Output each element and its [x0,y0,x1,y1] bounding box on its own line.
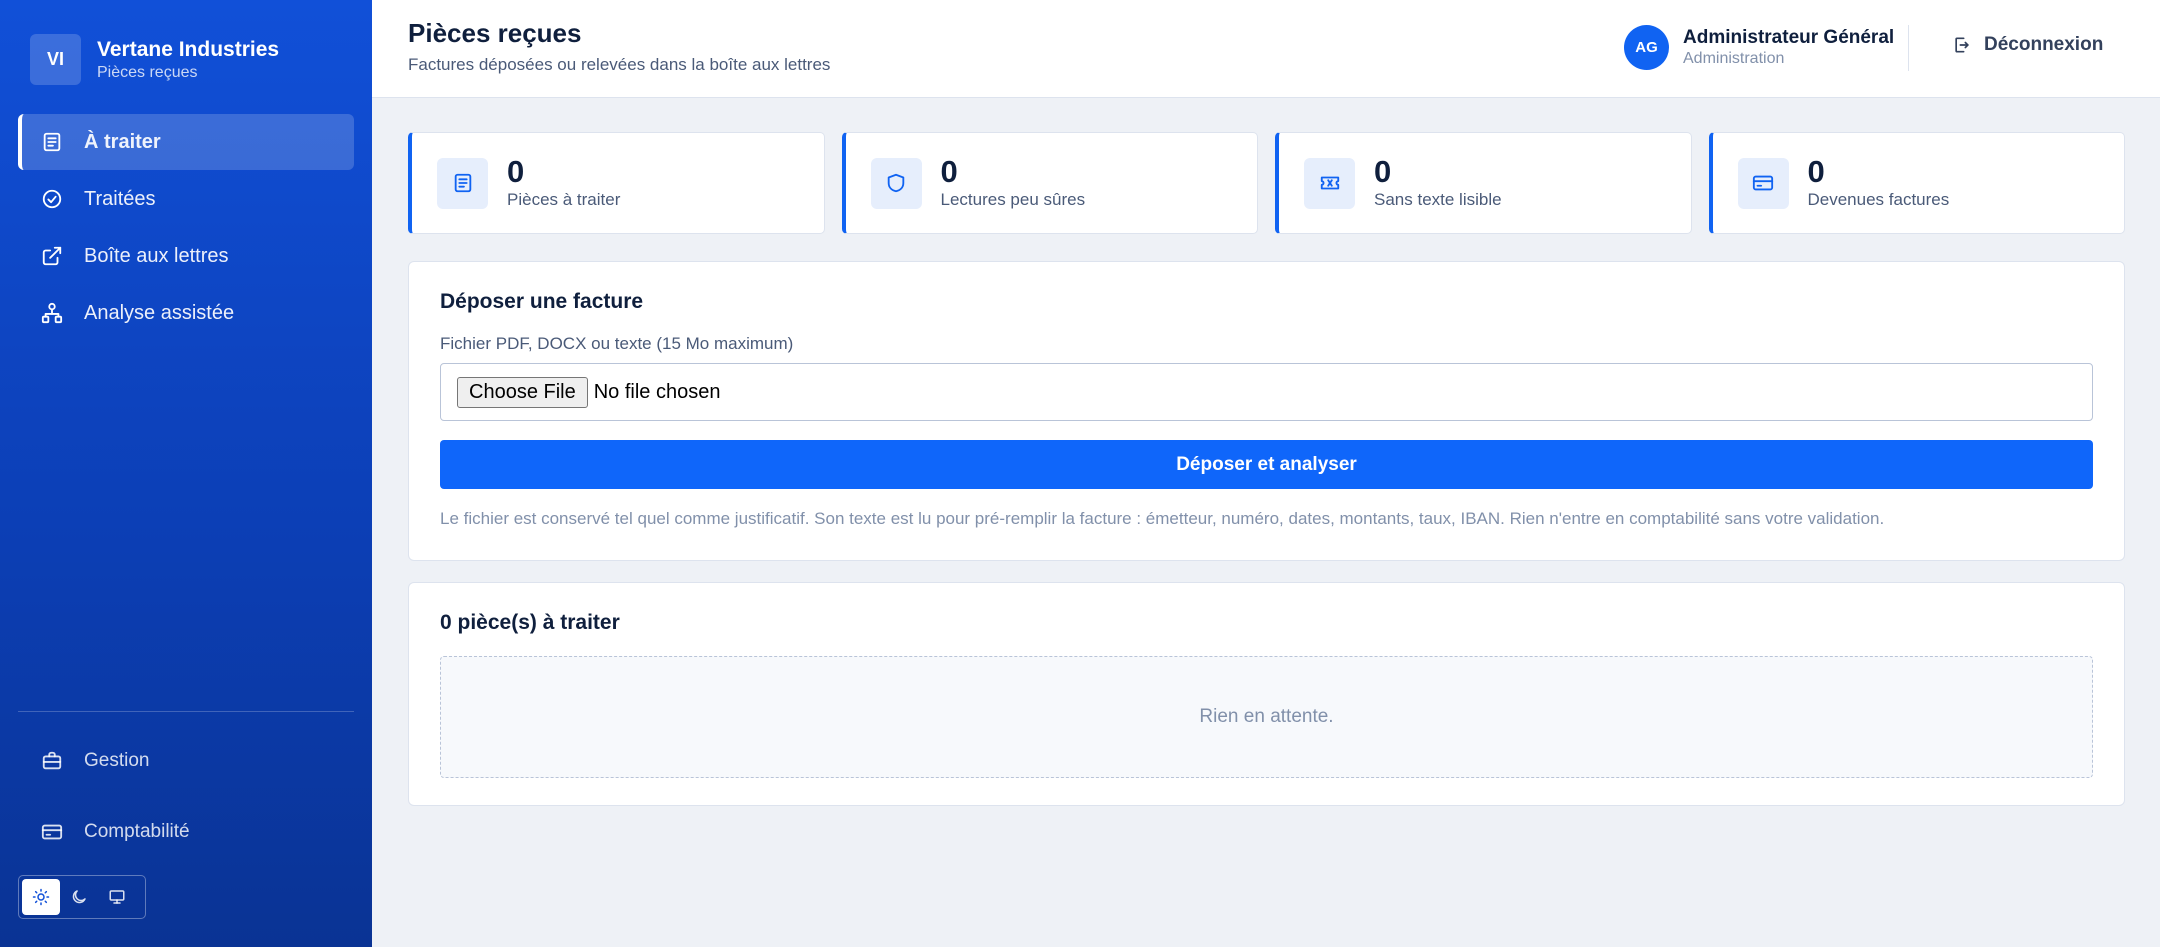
page-title: Pièces reçues [408,18,582,48]
page-header: Pièces reçues Factures déposées ou relev… [372,0,2160,98]
shield-icon [870,157,922,209]
sidebar: VI Vertane Industries Pièces reçues À tr… [0,0,372,947]
stats-row: 0 Pièces à traiter 0 Lectures peu sûres … [408,132,2125,234]
sidebar-item-label: Boîte aux lettres [84,244,229,267]
sitemap-icon [40,301,64,325]
sidebar-bottom-nav: Gestion [18,733,354,790]
stat-label: Devenues factures [1807,190,1950,209]
queue-title: 0 pièce(s) à traiter [440,611,620,634]
document-icon [40,130,64,154]
briefcase-icon [40,749,64,773]
credit-card-icon [1737,157,1789,209]
theme-switcher [18,875,146,919]
sidebar-nav: À traiter Traitées Boîte aux lettres Ana… [18,114,354,342]
moon-icon [70,888,88,906]
logout-button[interactable]: Déconnexion [1952,34,2103,56]
sidebar-bottom-nav-2: Comptabilité [18,804,354,861]
brand-logo: VI [30,34,81,85]
upload-card: Déposer une facture Fichier PDF, DOCX ou… [408,261,2125,561]
ticket-icon [1304,157,1355,209]
stat-label: Lectures peu sûres [940,190,1086,209]
brand: VI Vertane Industries Pièces reçues [30,34,279,85]
page-subtitle: Factures déposées ou relevées dans la bo… [408,55,831,74]
theme-light-button[interactable] [22,879,60,915]
stat-card-lectures-peu-sures: 0 Lectures peu sûres [841,132,1258,234]
choose-file-button[interactable]: Choose File [457,376,588,408]
monitor-icon [108,888,126,906]
sun-icon [32,888,50,906]
sidebar-item-boite-aux-lettres[interactable]: Boîte aux lettres [18,228,354,284]
sidebar-item-gestion[interactable]: Gestion [18,733,354,789]
theme-dark-button[interactable] [60,879,98,915]
sidebar-item-a-traiter[interactable]: À traiter [18,114,354,170]
sidebar-item-comptabilite[interactable]: Comptabilité [18,804,354,860]
empty-state: Rien en attente. [440,656,2093,778]
file-input[interactable]: Choose File No file chosen [440,363,2093,421]
queue-card: 0 pièce(s) à traiter Rien en attente. [408,582,2125,806]
file-status: No file chosen [593,380,721,403]
avatar: AG [1624,25,1669,70]
user-menu[interactable]: AG Administrateur Général Administration [1624,25,1894,70]
brand-name: Vertane Industries [97,37,280,61]
logout-label: Déconnexion [1984,34,2104,55]
sidebar-item-label: Analyse assistée [84,301,235,324]
submit-upload-button[interactable]: Déposer et analyser [440,440,2093,489]
sidebar-item-traitees[interactable]: Traitées [18,171,354,227]
credit-card-icon [40,820,64,844]
header-divider [1908,25,1909,71]
user-name: Administrateur Général [1683,26,1895,48]
stat-value: 0 [1807,154,1825,189]
stat-value: 0 [507,154,525,189]
sidebar-item-label: À traiter [84,130,161,153]
stat-card-sans-texte-lisible: 0 Sans texte lisible [1275,132,1692,234]
upload-note: Le fichier est conservé tel quel comme j… [440,509,1885,528]
sidebar-divider [18,711,354,712]
upload-title: Déposer une facture [440,290,644,313]
logout-icon [1952,35,1972,55]
theme-system-button[interactable] [98,879,136,915]
external-link-icon [40,244,64,268]
stat-label: Pièces à traiter [507,190,621,209]
file-field-label: Fichier PDF, DOCX ou texte (15 Mo maximu… [440,334,794,353]
stat-card-pieces-a-traiter: 0 Pièces à traiter [408,132,825,234]
user-role: Administration [1683,49,1785,67]
sidebar-item-analyse-assistee[interactable]: Analyse assistée [18,285,354,341]
stat-value: 0 [940,154,958,189]
stat-card-devenues-factures: 0 Devenues factures [1708,132,2125,234]
check-circle-icon [40,187,64,211]
sidebar-item-label: Traitées [84,187,156,210]
document-icon [437,157,488,209]
sidebar-item-label: Gestion [84,750,150,771]
sidebar-item-label: Comptabilité [84,821,190,842]
brand-subtitle: Pièces reçues [97,63,198,81]
stat-label: Sans texte lisible [1374,190,1502,209]
stat-value: 0 [1374,154,1392,189]
